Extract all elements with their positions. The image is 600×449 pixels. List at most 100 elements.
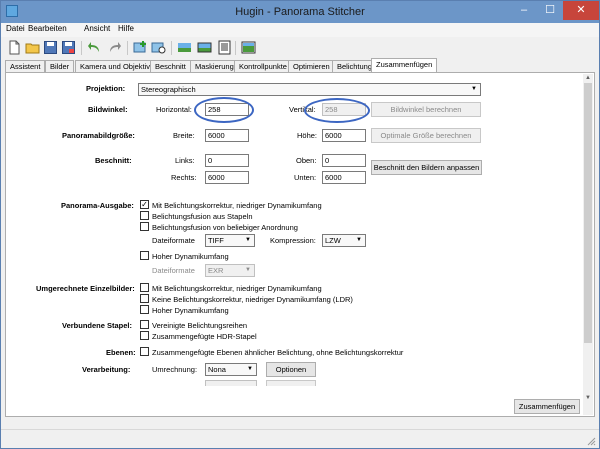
checkbox-layers[interactable] (140, 347, 149, 356)
menu-hilfe[interactable]: Hilfe (118, 24, 134, 33)
merged-brackets-label: Vereinigte Belichtungsreihen (152, 321, 248, 330)
checkbox-exposure-fusion-stacks[interactable] (140, 211, 149, 220)
toolbar-separator (127, 41, 128, 55)
stitcher-panel: Projektion: Stereographisch ▼ Bildwinkel… (5, 72, 595, 417)
checkbox-ldr-blended[interactable]: ✓ (140, 200, 149, 209)
new-project-icon[interactable] (7, 40, 22, 55)
fov-horizontal-label: Horizontal: (156, 105, 192, 114)
compression-label: Kompression: (270, 236, 316, 245)
checkbox-hdr-stacks[interactable] (140, 331, 149, 340)
crop-bottom-label: Unten: (294, 173, 317, 182)
combined-stacks-label: Verbundene Stapel: (62, 321, 133, 330)
output-exposure-fusion-stacks-label: Belichtungsfusion aus Stapeln (152, 212, 253, 221)
checkbox-hdr-output[interactable] (140, 251, 149, 260)
fast-preview-icon[interactable] (241, 40, 256, 55)
blender-select[interactable] (205, 380, 257, 386)
scroll-up-icon[interactable]: ▲ (583, 74, 593, 83)
crop-right-label: Rechts: (171, 173, 197, 182)
save-icon[interactable] (43, 40, 58, 55)
remapper-options-button[interactable]: Optionen (266, 362, 316, 377)
projection-label: Projektion: (86, 84, 126, 93)
menu-datei[interactable]: Datei (6, 24, 25, 33)
menu-bar: Datei Bearbeiten Ansicht Hilfe (1, 23, 599, 37)
chevron-down-icon: ▼ (471, 86, 477, 92)
hdr-output-label: Hoher Dynamikumfang (152, 252, 229, 261)
remapper-label: Umrechnung: (152, 365, 198, 374)
checkbox-remapped-ldr-nocorr[interactable] (140, 294, 149, 303)
crop-bottom-input[interactable]: 6000 (322, 171, 366, 184)
hdr-file-format-label: Dateiformate (152, 266, 195, 275)
layers-option-label: Zusammengefügte Ebenen ähnlicher Belicht… (152, 348, 404, 357)
scroll-down-icon[interactable]: ▼ (583, 394, 593, 403)
checkbox-merged-brackets[interactable] (140, 320, 149, 329)
add-time-series-icon[interactable] (151, 40, 166, 55)
tab-zusammenfuegen[interactable]: Zusammenfügen (371, 58, 438, 73)
remapper-select[interactable]: Nona ▼ (205, 363, 257, 376)
checkbox-remapped-hdr[interactable] (140, 305, 149, 314)
toolbar-separator (235, 41, 236, 55)
file-format-label: Dateiformate (152, 236, 195, 245)
chevron-down-icon: ▼ (245, 267, 251, 273)
chevron-down-icon: ▼ (247, 366, 253, 372)
close-button[interactable]: ✕ (563, 1, 599, 20)
projection-select[interactable]: Stereographisch ▼ (138, 83, 481, 96)
window-title: Hugin - Panorama Stitcher (235, 6, 365, 18)
fit-crop-button[interactable]: Beschnitt den Bildern anpassen (371, 160, 482, 175)
toolbar-separator (171, 41, 172, 55)
canvas-height-input[interactable]: 6000 (322, 129, 366, 142)
redo-icon[interactable] (107, 40, 122, 55)
compression-value: LZW (325, 236, 341, 245)
save-as-icon[interactable] (61, 40, 76, 55)
optimal-size-button[interactable]: Optimale Größe berechnen (371, 128, 481, 143)
open-folder-icon[interactable] (25, 40, 40, 55)
resize-grip-icon[interactable] (586, 436, 596, 446)
crop-right-input[interactable]: 6000 (205, 171, 249, 184)
crop-top-label: Oben: (296, 156, 317, 165)
chevron-down-icon: ▼ (356, 237, 362, 243)
maximize-button[interactable]: ☐ (537, 1, 563, 20)
remapped-images-label: Umgerechnete Einzelbilder: (36, 284, 135, 293)
remapped-hdr-label: Hoher Dynamikumfang (152, 306, 229, 315)
remapper-value: Nona (208, 365, 226, 374)
hdr-file-format-select[interactable]: EXR ▼ (205, 264, 255, 277)
crop-label: Beschnitt: (95, 156, 132, 165)
compression-select[interactable]: LZW ▼ (322, 234, 366, 247)
output-exposure-fusion-any-label: Belichtungsfusion von beliebiger Anordnu… (152, 223, 298, 232)
calculate-fov-button[interactable]: Bildwinkel berechnen (371, 102, 481, 117)
undo-icon[interactable] (87, 40, 102, 55)
canvas-size-label: Panoramabildgröße: (62, 131, 135, 140)
hdr-stacks-label: Zusammengefügte HDR-Stapel (152, 332, 257, 341)
minimize-button[interactable]: – (511, 1, 537, 20)
file-format-value: TIFF (208, 236, 224, 245)
processing-label: Verarbeitung: (82, 365, 131, 374)
title-bar[interactable]: Hugin - Panorama Stitcher – ☐ ✕ (1, 1, 599, 23)
crop-left-label: Links: (175, 156, 195, 165)
toolbar-separator (81, 41, 82, 55)
scroll-thumb[interactable] (584, 83, 592, 343)
remapped-ldr-label: Mit Belichtungskorrektur, niedriger Dyna… (152, 284, 322, 293)
align-icon[interactable] (177, 40, 192, 55)
remapped-ldr-nocorr-label: Keine Belichtungskorrektur, niedriger Dy… (152, 295, 353, 304)
preview-panorama-icon[interactable] (197, 40, 212, 55)
list-view-icon[interactable] (217, 40, 232, 55)
add-images-icon[interactable] (133, 40, 148, 55)
blender-options-button[interactable] (266, 380, 316, 386)
output-ldr-blended-label: Mit Belichtungskorrektur, niedriger Dyna… (152, 201, 322, 210)
hdr-file-format-value: EXR (208, 266, 224, 275)
layers-label: Ebenen: (106, 348, 136, 357)
file-format-select[interactable]: TIFF ▼ (205, 234, 255, 247)
vertical-highlight-ellipse (304, 98, 370, 123)
canvas-width-input[interactable]: 6000 (205, 129, 249, 142)
chevron-down-icon: ▼ (245, 237, 251, 243)
crop-left-input[interactable]: 0 (205, 154, 249, 167)
checkbox-remapped-ldr[interactable] (140, 283, 149, 292)
menu-bearbeiten[interactable]: Bearbeiten (28, 24, 67, 33)
checkbox-exposure-fusion-any[interactable] (140, 222, 149, 231)
menu-ansicht[interactable]: Ansicht (84, 24, 110, 33)
status-bar (1, 429, 599, 448)
crop-top-input[interactable]: 0 (322, 154, 366, 167)
stitch-button[interactable]: Zusammenfügen (514, 399, 580, 414)
vertical-scrollbar[interactable]: ▲ ▼ (583, 74, 593, 415)
canvas-width-label: Breite: (173, 131, 195, 140)
projection-value: Stereographisch (141, 85, 196, 94)
